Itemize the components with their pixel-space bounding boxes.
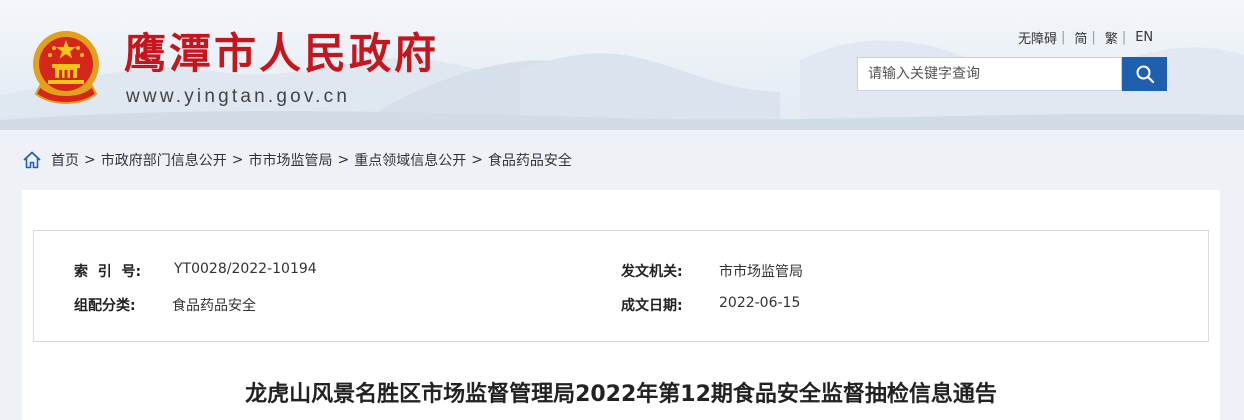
national-emblem-icon	[33, 31, 99, 104]
separator: |	[1061, 30, 1066, 45]
article-title: 龙虎山风景名胜区市场监督管理局2022年第12期食品安全监督抽检信息通告	[245, 382, 997, 407]
issuer-value: 市市场监管局	[719, 264, 803, 280]
traditional-chinese-link[interactable]: 繁	[1105, 28, 1118, 47]
separator: |	[1091, 30, 1096, 45]
breadcrumb-key-areas[interactable]: 重点领域信息公开	[354, 150, 466, 170]
separator: |	[1121, 30, 1127, 45]
search-button[interactable]	[1122, 57, 1167, 91]
breadcrumb-home[interactable]: 首页	[51, 150, 79, 170]
site-title[interactable]: 鹰潭市人民政府	[124, 26, 439, 82]
simplified-chinese-link[interactable]: 简	[1074, 28, 1087, 47]
category-value: 食品药品安全	[172, 298, 256, 314]
breadcrumb-separator: >	[231, 152, 244, 168]
date-label: 成文日期:	[621, 298, 683, 314]
search-input[interactable]: 请输入关键字查询	[857, 57, 1122, 91]
home-icon[interactable]	[22, 150, 42, 170]
date-value: 2022-06-15	[719, 295, 801, 311]
breadcrumb-separator: >	[84, 152, 96, 168]
content-panel: 索 引 号: YT0028/2022-10194 发文机关: 市市场监管局 组配…	[22, 190, 1220, 420]
search-icon	[1136, 65, 1154, 84]
index-number-value: YT0028/2022-10194	[174, 261, 317, 277]
breadcrumb-separator: >	[471, 152, 483, 168]
english-link[interactable]: EN	[1135, 30, 1153, 45]
breadcrumb-gov-departments[interactable]: 市政府部门信息公开	[101, 150, 227, 170]
document-info-box: 索 引 号: YT0028/2022-10194 发文机关: 市市场监管局 组配…	[33, 230, 1209, 342]
top-links: 无障碍 | 简 | 繁 | EN	[1018, 28, 1153, 47]
site-header: 鹰潭市人民政府 www.yingtan.gov.cn 无障碍 | 简 | 繁 |…	[0, 0, 1244, 130]
index-number-label: 索 引 号:	[74, 264, 142, 280]
breadcrumb-separator: >	[337, 152, 350, 168]
accessibility-link[interactable]: 无障碍	[1018, 28, 1057, 47]
breadcrumb-food-drug-safety[interactable]: 食品药品安全	[488, 150, 572, 170]
breadcrumb: 首页 > 市政府部门信息公开 > 市市场监管局 > 重点领域信息公开 > 食品药…	[22, 148, 572, 172]
site-url[interactable]: www.yingtan.gov.cn	[126, 86, 350, 108]
breadcrumb-market-bureau[interactable]: 市市场监管局	[248, 150, 332, 170]
issuer-label: 发文机关:	[621, 264, 683, 280]
category-label: 组配分类:	[74, 298, 136, 314]
